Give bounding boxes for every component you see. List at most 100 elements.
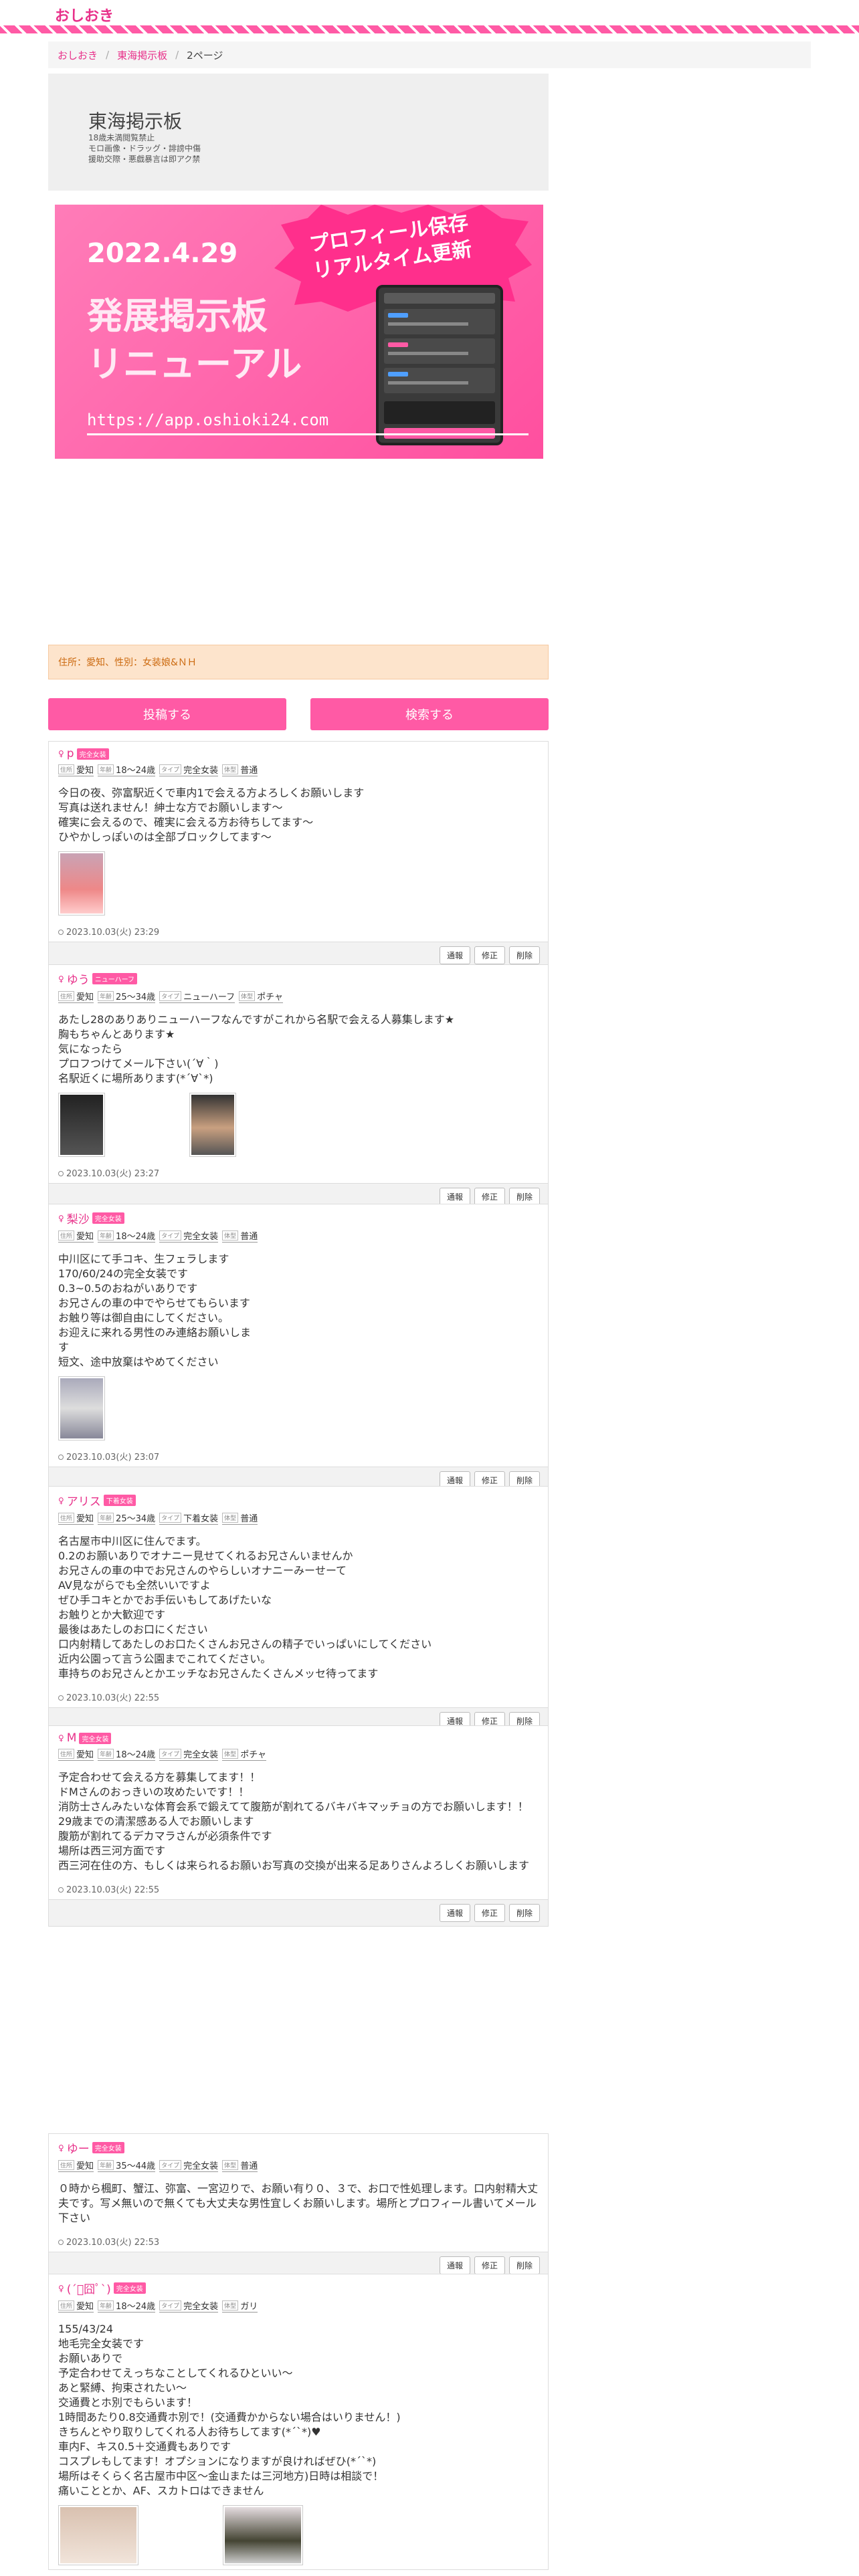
report-button[interactable]: 通報 [439,1904,470,1922]
report-button[interactable]: 通報 [439,2256,470,2274]
clock-icon [58,930,64,935]
breadcrumb: おしおき / 東海掲示板 / 2ページ [48,41,811,68]
attr-value: 愛知 [76,1750,94,1760]
attr-type: タイプ 完全女装 [159,2159,219,2172]
attr-label: 住所 [58,1513,75,1523]
attr-body: 体型 ポチャ [222,1747,267,1761]
poster-name[interactable]: ゆー [67,2139,90,2156]
poster-name[interactable]: アリス [67,1492,101,1509]
site-header: おしおき [0,0,859,35]
header-stripe [0,25,859,33]
post-attributes: 住所 愛知 年齢 18〜24歳 タイプ 完全女装 体型 ガリ [58,2299,539,2313]
renewal-banner[interactable]: プロフィール保存 リアルタイム更新 2022.4.29 発展掲示板 リニューアル… [55,205,543,459]
search-filter-summary: 住所：愛知、性別：女装娘&ＮＨ [48,645,549,679]
attr-label: 体型 [239,991,256,1001]
clock-icon [58,2240,64,2245]
attr-label: 年齢 [98,1513,114,1523]
breadcrumb-separator: / [106,49,110,61]
attr-body: 体型 普通 [222,763,258,776]
attr-label: 年齢 [98,991,114,1001]
post-card: ♀ ゆう ニューハーフ 住所 愛知 年齢 25〜34歳 タイプ ニューハーフ 体型 ポチャ あたし28… [48,964,549,1210]
post-header: ♀ M 完全女装 [58,1731,539,1745]
post-card: ♀ M 完全女装 住所 愛知 年齢 18〜24歳 タイプ 完全女装 体型 ポチャ 予定合わせて会える方… [48,1725,549,1927]
attr-age: 年齢 25〜34歳 [98,990,156,1003]
post-header: ♀ ゆう ニューハーフ [58,970,539,987]
post-attributes: 住所 愛知 年齢 18〜24歳 タイプ 完全女装 体型 普通 [58,763,539,776]
attr-body: 体型 普通 [222,1229,258,1243]
post-date: 2023.10.03(火) 23:07 [58,1450,539,1463]
post-images [58,851,539,916]
attr-value: 25〜34歳 [116,1514,156,1524]
category-badge: 下着女装 [103,1495,136,1506]
attr-label: 体型 [222,2160,239,2170]
category-badge: ニューハーフ [92,973,137,984]
attr-value: 18〜24歳 [116,1232,156,1242]
post-header: ♀ (´ﾟ囧ﾟ`) 完全女装 [58,2280,539,2296]
attr-age: 年齢 18〜24歳 [98,1747,156,1761]
poster-name[interactable]: M [67,1731,77,1745]
post-image[interactable] [58,1093,105,1157]
attr-label: 体型 [222,764,239,774]
poster-name[interactable]: p [67,747,74,760]
attr-body: 体型 普通 [222,2159,258,2172]
post-image[interactable] [58,1376,105,1440]
post-card: ♀ (´ﾟ囧ﾟ`) 完全女装 住所 愛知 年齢 18〜24歳 タイプ 完全女装 体型 ガリ 155/4… [48,2274,549,2570]
attr-age: 年齢 35〜44歳 [98,2159,156,2172]
attr-value: 下着女装 [183,1514,219,1524]
attr-label: 住所 [58,2300,75,2311]
edit-button[interactable]: 修正 [474,1904,505,1922]
delete-button[interactable]: 削除 [508,2256,540,2274]
post-header: ♀ 梨沙 完全女装 [58,1210,539,1226]
breadcrumb-board[interactable]: 東海掲示板 [117,48,167,62]
poster-name[interactable]: (´ﾟ囧ﾟ`) [67,2280,111,2296]
board-note: 18歳未満閲覧禁止 [88,133,155,142]
attr-label: 住所 [58,1230,75,1241]
post-button[interactable]: 投稿する [48,698,286,730]
attr-type: タイプ 完全女装 [159,2299,219,2313]
delete-button[interactable]: 削除 [508,1904,540,1922]
attr-body: 体型 普通 [222,1511,258,1525]
attr-value: 18〜24歳 [116,1750,156,1760]
attr-value: 完全女装 [183,766,219,776]
post-card: ♀ 梨沙 完全女装 住所 愛知 年齢 18〜24歳 タイプ 完全女装 体型 普通 中川区にて手コキ、生… [48,1204,549,1494]
poster-name[interactable]: 梨沙 [67,1210,90,1226]
attr-value: 完全女装 [183,2161,219,2171]
search-button[interactable]: 検索する [310,698,549,730]
report-button[interactable]: 通報 [439,946,470,964]
user-icon: ♀ [58,2143,64,2153]
attr-address: 住所 愛知 [58,763,94,776]
post-attributes: 住所 愛知 年齢 18〜24歳 タイプ 完全女装 体型 ポチャ [58,1747,539,1761]
edit-button[interactable]: 修正 [474,2256,505,2274]
attr-label: タイプ [159,764,182,774]
post-card: ♀ p 完全女装 住所 愛知 年齢 18〜24歳 タイプ 完全女装 体型 普通 今日の夜、弥富駅近くで… [48,741,549,969]
post-date-text: 2023.10.03(火) 22:55 [66,1693,160,1703]
delete-button[interactable]: 削除 [508,946,540,964]
post-header: ♀ p 完全女装 [58,747,539,760]
edit-button[interactable]: 修正 [474,1188,505,1206]
banner-url: https://app.oshioki24.com [87,411,529,435]
poster-name[interactable]: ゆう [67,970,90,987]
board-note: 援助交際・悪戯暴言は即アク禁 [88,154,201,164]
attr-value: 愛知 [76,1514,94,1524]
post-image[interactable] [58,2505,138,2565]
attr-body: 体型 ガリ [222,2299,258,2313]
attr-label: タイプ [159,1230,182,1241]
attr-value: ポチャ [257,992,284,1002]
clock-icon [58,1695,64,1701]
attr-type: タイプ ニューハーフ [159,990,235,1003]
post-image[interactable] [223,2505,303,2565]
delete-button[interactable]: 削除 [508,1188,540,1206]
site-logo[interactable]: おしおき [55,4,114,25]
post-image[interactable] [189,1093,236,1157]
edit-button[interactable]: 修正 [474,946,505,964]
post-image[interactable] [58,851,105,916]
attr-label: 年齢 [98,1230,114,1241]
breadcrumb-home[interactable]: おしおき [58,48,98,62]
report-button[interactable]: 通報 [439,1188,470,1206]
attr-label: タイプ [159,991,182,1001]
attr-value: 完全女装 [183,2302,219,2312]
post-date-text: 2023.10.03(火) 23:29 [66,928,160,938]
category-badge: 完全女装 [79,1732,112,1744]
attr-type: タイプ 下着女装 [159,1511,219,1525]
breadcrumb-current: 2ページ [187,49,223,62]
